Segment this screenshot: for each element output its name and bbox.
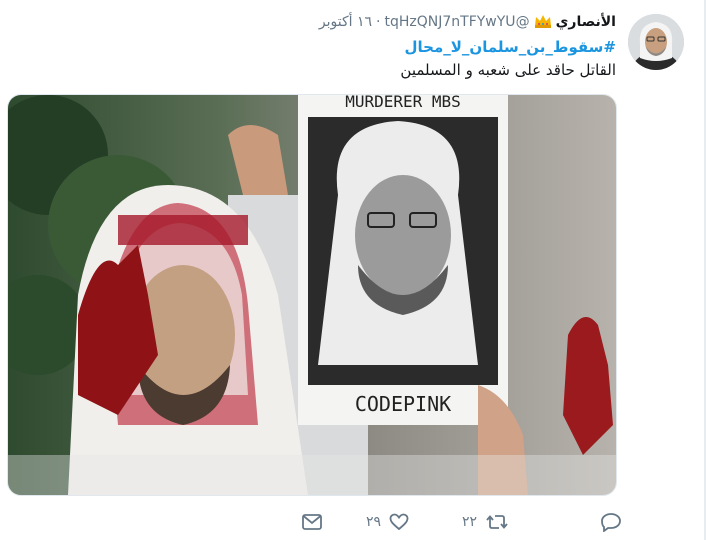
- envelope-icon: [302, 514, 322, 530]
- tweet-date[interactable]: ١٦ أكتوبر: [319, 14, 372, 30]
- protest-sign: MURDERER MBS CODEPINK: [298, 95, 508, 425]
- avatar[interactable]: [628, 14, 684, 70]
- tweet-media[interactable]: MURDERER MBS CODEPINK: [7, 94, 617, 496]
- separator-dot: ·: [376, 14, 381, 30]
- retweet-icon: [485, 513, 509, 531]
- tweet-card: الأنصاري @tqHzQNJ7nTFYwYU·١٦ أكتوبر #سقوط…: [0, 0, 706, 540]
- sign-bottom-text: CODEPINK: [355, 392, 451, 416]
- heart-icon: [389, 513, 409, 531]
- like-button[interactable]: ٢٩: [366, 505, 409, 539]
- reply-button[interactable]: [592, 505, 622, 539]
- crown-icon: [534, 13, 552, 35]
- user-handle[interactable]: @tqHzQNJ7nTFYwYU: [385, 14, 530, 30]
- tweet-header: الأنصاري @tqHzQNJ7nTFYwYU·١٦ أكتوبر: [319, 11, 616, 33]
- reply-icon: [600, 512, 622, 532]
- retweet-count: ٢٢: [462, 514, 478, 530]
- display-name[interactable]: الأنصاري: [556, 14, 616, 30]
- sign-top-text: MURDERER MBS: [345, 95, 461, 111]
- protest-photo: MURDERER MBS CODEPINK: [8, 95, 616, 495]
- dm-button[interactable]: [302, 505, 322, 539]
- retweet-button[interactable]: ٢٢: [462, 505, 509, 539]
- hashtag-link[interactable]: #سقوط_بن_سلمان_لا_محال: [404, 37, 616, 57]
- tweet-actions: ٢٩ ٢٢: [0, 505, 706, 539]
- like-count: ٢٩: [366, 514, 382, 530]
- tweet-text: القاتل حاقد على شعبه و المسلمين: [400, 61, 616, 79]
- avatar-image: [628, 14, 684, 70]
